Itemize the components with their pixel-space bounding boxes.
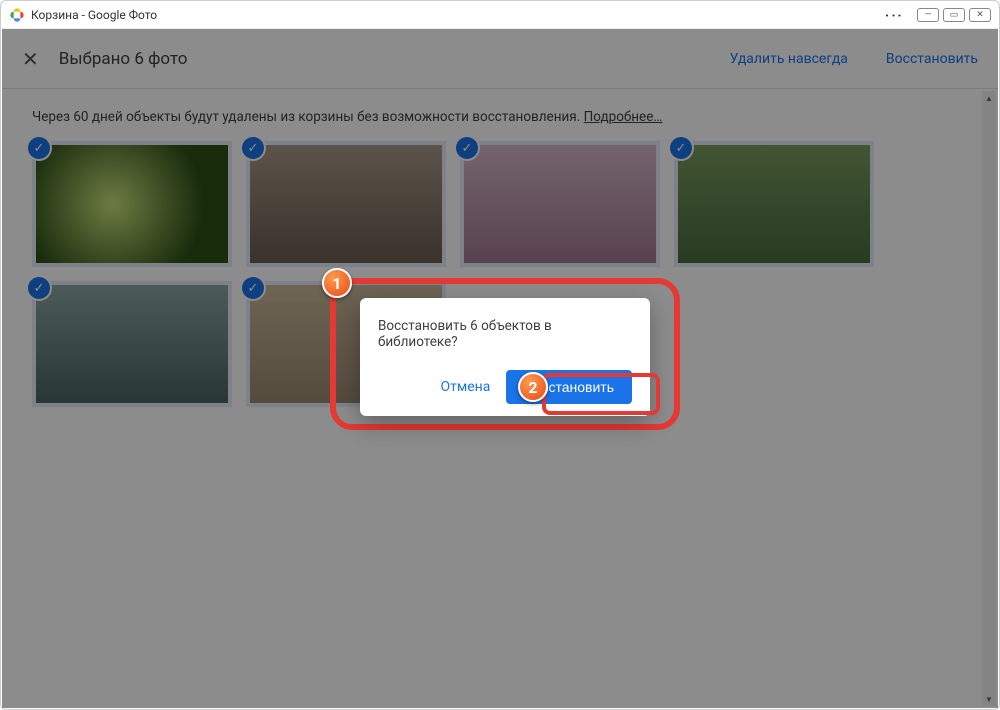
window-controls: — ▭ ✕ (917, 8, 991, 22)
step-badge-2: 2 (518, 372, 548, 402)
kebab-menu-icon[interactable]: ⋮ (883, 7, 904, 23)
titlebar: Корзина - Google Фото ⋮ — ▭ ✕ (1, 1, 999, 29)
window-title: Корзина - Google Фото (31, 8, 157, 22)
dialog-cancel-button[interactable]: Отмена (434, 371, 496, 403)
close-window-button[interactable]: ✕ (969, 8, 991, 22)
google-photos-icon (9, 7, 25, 23)
minimize-button[interactable]: — (917, 8, 939, 22)
dialog-message: Восстановить 6 объектов в библиотеке? (378, 318, 632, 350)
step-badge-1: 1 (322, 268, 352, 298)
dialog-actions: Отмена Восстановить (378, 370, 632, 404)
maximize-button[interactable]: ▭ (943, 8, 965, 22)
restore-confirm-dialog: Восстановить 6 объектов в библиотеке? От… (360, 298, 650, 416)
